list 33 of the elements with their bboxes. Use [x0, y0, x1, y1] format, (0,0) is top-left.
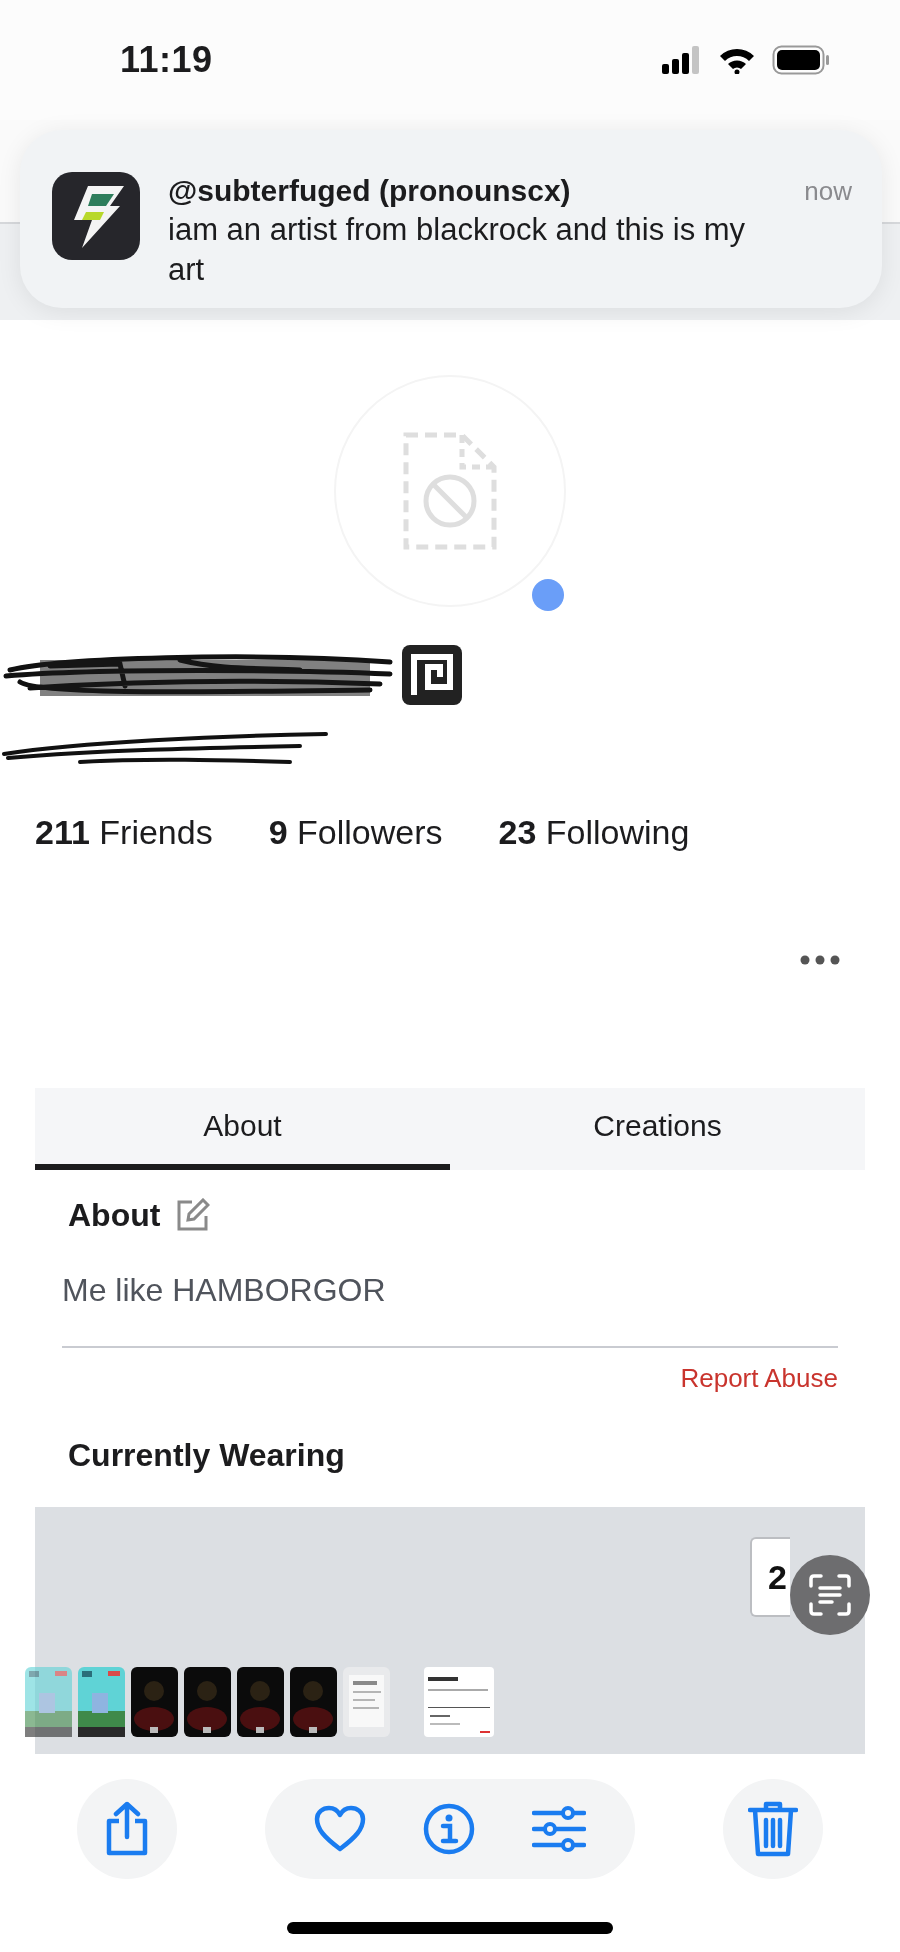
- heart-icon: [313, 1805, 366, 1853]
- notification-message: iam an artist from blackrock and this is my art: [168, 211, 747, 289]
- stat-link[interactable]: 211 Friends: [35, 813, 213, 852]
- stat-link[interactable]: 23 Following: [498, 813, 690, 852]
- share-icon: [105, 1801, 149, 1857]
- signal-icon: [662, 46, 702, 74]
- view-toggle-button[interactable]: 2: [750, 1537, 790, 1617]
- bio-text: Me like HAMBORGOR: [61, 1271, 387, 1310]
- premium-badge-icon: [400, 643, 464, 707]
- status-time: 11:19: [120, 39, 213, 81]
- stat-link[interactable]: 9 Followers: [268, 813, 443, 852]
- battery-icon: [772, 45, 830, 75]
- broken-image-icon: [402, 431, 498, 551]
- section-heading: Currently Wearing: [68, 1437, 345, 1474]
- trash-icon: [748, 1800, 798, 1858]
- info-icon: [423, 1803, 475, 1855]
- sliders-icon: [532, 1806, 587, 1852]
- tab[interactable]: About: [35, 1088, 450, 1170]
- report-link[interactable]: Report Abuse: [680, 1362, 838, 1394]
- section-heading: About: [68, 1196, 161, 1234]
- notification-time: now: [804, 175, 852, 208]
- status-dot: [532, 579, 564, 611]
- adjust-button[interactable]: [532, 1806, 587, 1852]
- scan-text-icon: [808, 1573, 852, 1617]
- favorite-button[interactable]: [313, 1805, 366, 1853]
- edit-icon[interactable]: [176, 1198, 211, 1232]
- tab[interactable]: Creations: [450, 1088, 865, 1170]
- info-button[interactable]: [423, 1803, 475, 1855]
- more-icon[interactable]: [800, 955, 840, 965]
- notification-title: @subterfuged (pronounscx): [168, 173, 572, 209]
- wifi-icon: [718, 46, 756, 74]
- notification-banner[interactable]: @subterfuged (pronounscx) iam an artist from blackrock and this is my art now: [20, 130, 882, 308]
- app-icon: [52, 172, 140, 260]
